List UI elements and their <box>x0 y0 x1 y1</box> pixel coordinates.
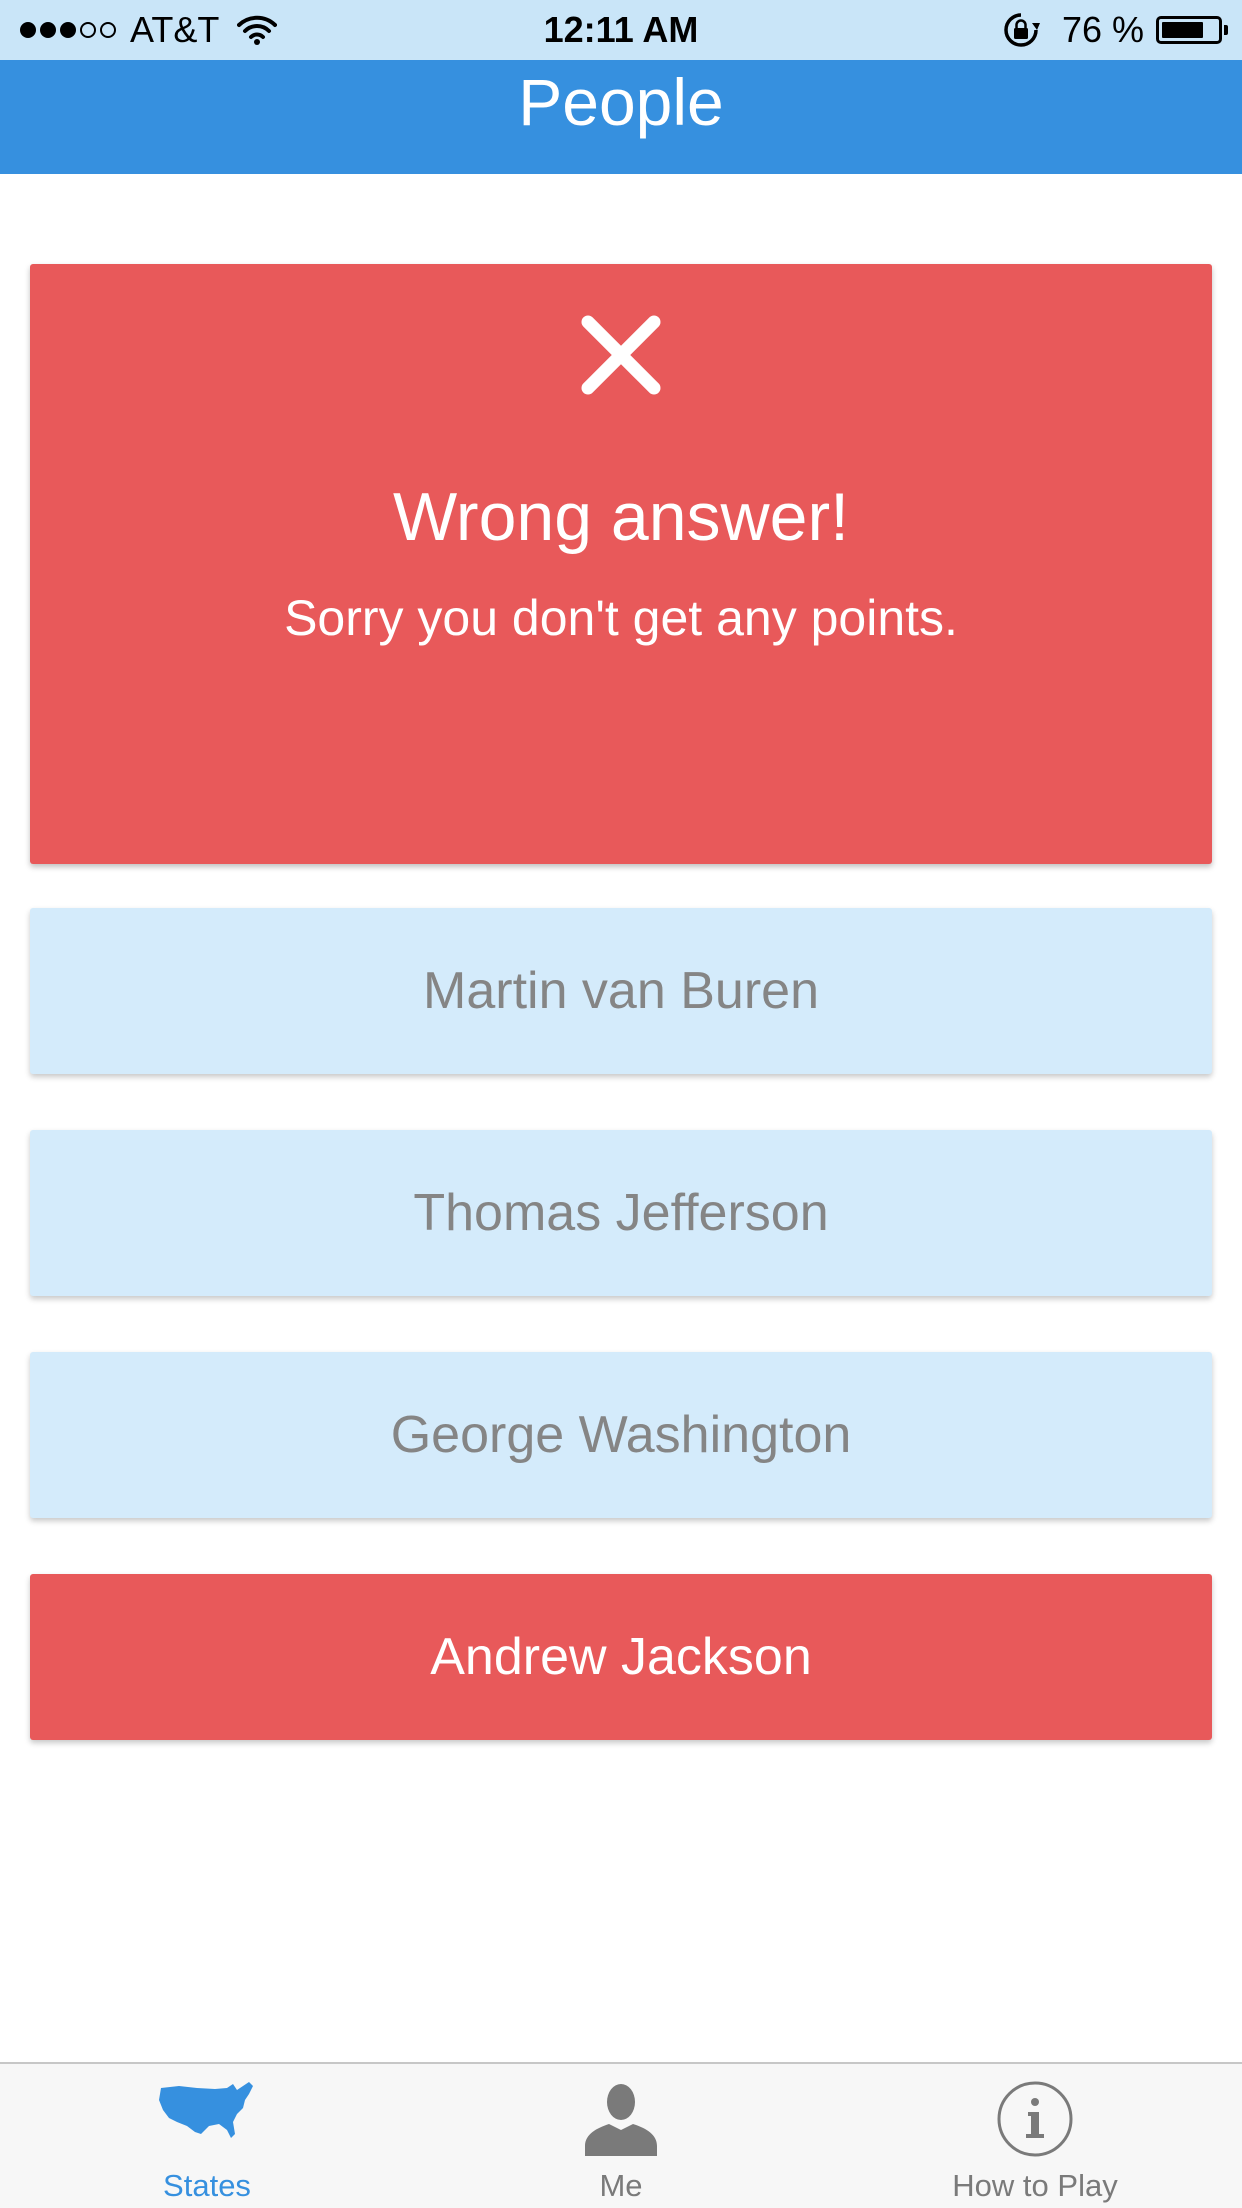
usa-map-icon <box>159 2082 253 2138</box>
wrong-answer-card: Wrong answer! Sorry you don't get any po… <box>30 264 1212 864</box>
result-message: Sorry you don't get any points. <box>284 590 958 646</box>
rotation-lock-icon <box>1004 13 1040 47</box>
info-icon <box>997 2081 1073 2157</box>
close-icon <box>581 315 661 395</box>
tab-label: States <box>163 2168 251 2203</box>
screen: AT&T 12:11 AM 76 % People Wrong answer! … <box>0 0 1242 2208</box>
tab-bar: States Me How to Play <box>0 2062 1242 2208</box>
page-title: People <box>518 65 724 139</box>
answer-option-martin-van-buren[interactable]: Martin van Buren <box>30 908 1212 1074</box>
tab-states[interactable]: States <box>0 2064 414 2208</box>
battery-icon <box>1156 16 1228 44</box>
status-bar: AT&T 12:11 AM 76 % <box>0 0 1242 60</box>
tab-label: How to Play <box>952 2168 1118 2203</box>
person-icon <box>585 2084 657 2156</box>
answer-option-thomas-jefferson[interactable]: Thomas Jefferson <box>30 1130 1212 1296</box>
answer-option-george-washington[interactable]: George Washington <box>30 1352 1212 1518</box>
tab-how-to-play[interactable]: How to Play <box>828 2064 1242 2208</box>
result-title: Wrong answer! <box>392 479 850 555</box>
tab-label: Me <box>599 2168 643 2203</box>
answer-option-andrew-jackson[interactable]: Andrew Jackson <box>30 1574 1212 1740</box>
status-right: 76 % <box>1002 8 1228 52</box>
tab-me[interactable]: Me <box>414 2064 828 2208</box>
navigation-bar: People <box>0 60 1242 174</box>
battery-percentage: 76 % <box>1061 9 1144 50</box>
